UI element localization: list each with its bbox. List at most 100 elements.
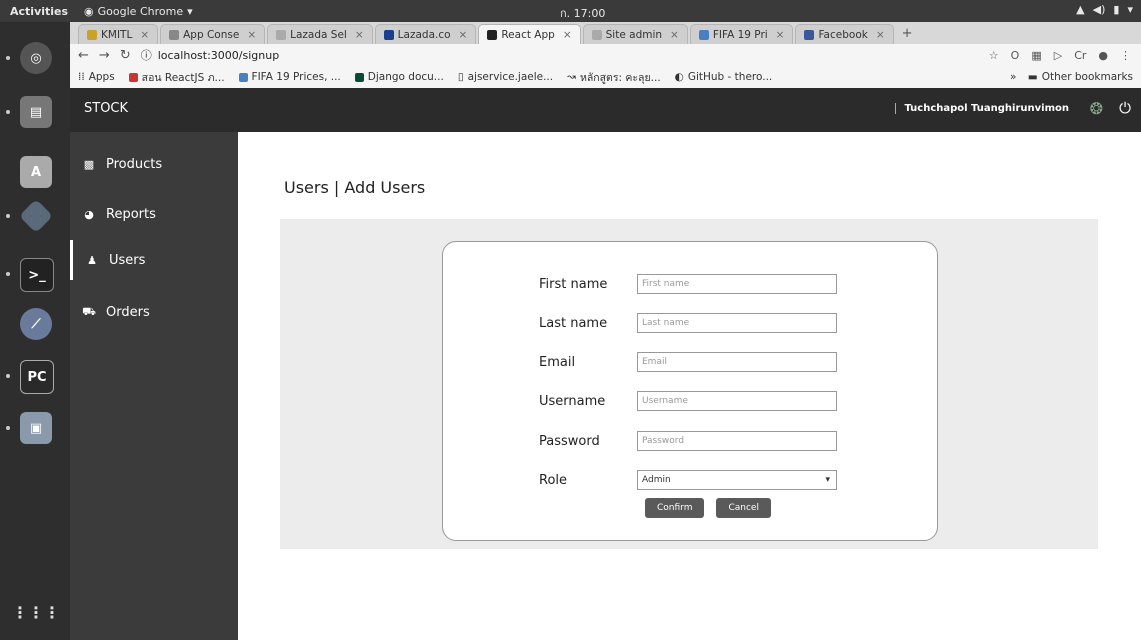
sidebar-item-label: Orders bbox=[106, 304, 150, 320]
star-icon[interactable]: ☆ bbox=[989, 49, 999, 62]
chrome-icon: ◉ bbox=[84, 4, 94, 18]
address-bar[interactable]: ⓘ localhost:3000/signup bbox=[141, 47, 979, 63]
extension-icon[interactable]: Cr bbox=[1074, 49, 1086, 62]
page-title: Users | Add Users bbox=[284, 178, 426, 197]
bookmarks-bar: ⁞⁞ Apps สอน ReactJS ภ... FIFA 19 Prices, … bbox=[70, 66, 1141, 89]
bookmark-label: ajservice.jaele... bbox=[467, 71, 554, 83]
sidebar-item-label: Reports bbox=[106, 206, 156, 222]
tab-favicon bbox=[276, 29, 287, 40]
cancel-button[interactable]: Cancel bbox=[716, 498, 771, 518]
tab-title: Lazada Sel bbox=[290, 28, 347, 41]
vscode-icon[interactable]: ⟋ bbox=[20, 308, 52, 340]
form-panel: First name First name Last name Last nam… bbox=[280, 219, 1098, 549]
web-page: STOCK Tuchchapol Tuanghirunvimon ❂ ⏻ ▩ P… bbox=[70, 88, 1141, 640]
user-name: Tuchchapol Tuanghirunvimon bbox=[895, 103, 1069, 114]
browser-tab[interactable]: App Conse × bbox=[160, 24, 266, 44]
confirm-button[interactable]: Confirm bbox=[645, 498, 705, 518]
profile-icon[interactable]: ● bbox=[1098, 49, 1108, 62]
url-text: localhost:3000/signup bbox=[157, 48, 280, 62]
bookmark-item[interactable]: ↝ หลักสูตร: คะลุย... bbox=[567, 69, 661, 86]
bookmark-item[interactable]: สอน ReactJS ภ... bbox=[128, 69, 225, 86]
terminal-icon[interactable]: >_ bbox=[20, 258, 54, 292]
reload-icon[interactable]: ↻ bbox=[120, 48, 131, 63]
show-apps-icon[interactable]: ⋮⋮⋮ bbox=[12, 596, 60, 628]
battery-icon: ▮ bbox=[1113, 3, 1120, 16]
menu-icon[interactable]: ⋮ bbox=[1120, 49, 1131, 62]
close-icon[interactable]: × bbox=[459, 29, 468, 41]
sidebar-item-products[interactable]: ▩ Products bbox=[70, 144, 238, 184]
back-icon[interactable]: ← bbox=[78, 48, 89, 63]
username-row: Username Username bbox=[539, 389, 837, 413]
tab-favicon bbox=[383, 29, 394, 40]
chrome-launcher-icon[interactable]: ◎ bbox=[20, 42, 52, 74]
bookmark-item[interactable]: ▯ ajservice.jaele... bbox=[458, 71, 553, 83]
close-icon[interactable]: × bbox=[563, 29, 572, 41]
browser-tab-active[interactable]: React App × bbox=[478, 24, 581, 44]
username-input[interactable]: Username bbox=[637, 391, 837, 411]
browser-tab[interactable]: Lazada.co × bbox=[374, 24, 477, 44]
first-name-row: First name First name bbox=[539, 272, 837, 296]
close-icon[interactable]: × bbox=[776, 29, 785, 41]
extension-icon[interactable]: ▷ bbox=[1054, 49, 1062, 62]
files-launcher-icon[interactable]: ▤ bbox=[20, 96, 52, 128]
email-input[interactable]: Email bbox=[637, 352, 837, 372]
power-icon[interactable]: ⏻ bbox=[1119, 99, 1131, 117]
clock[interactable]: ก. 17:00 bbox=[560, 4, 605, 22]
browser-tab[interactable]: KMITL × bbox=[78, 24, 159, 44]
browser-tab[interactable]: Lazada Sel × bbox=[267, 24, 373, 44]
sidebar: ▩ Products ◕ Reports ♟ Users ⛟ Orders bbox=[70, 132, 238, 640]
sidebar-item-users[interactable]: ♟ Users bbox=[70, 240, 238, 280]
browser-tab[interactable]: FIFA 19 Pri × bbox=[689, 24, 794, 44]
page-icon: ▯ bbox=[457, 71, 464, 83]
bookmark-apps[interactable]: ⁞⁞ Apps bbox=[78, 71, 115, 83]
folder-icon: ▬ bbox=[1027, 71, 1038, 83]
chevron-down-icon: ▾ bbox=[1127, 3, 1133, 16]
system-tray[interactable]: ▲ ◀) ▮ ▾ bbox=[1076, 3, 1133, 16]
close-icon[interactable]: × bbox=[876, 29, 885, 41]
pycharm-icon[interactable]: PC bbox=[20, 360, 54, 394]
close-icon[interactable]: × bbox=[355, 29, 364, 41]
tab-favicon bbox=[698, 29, 709, 40]
github-icon: ◐ bbox=[674, 71, 684, 83]
link-icon: ↝ bbox=[567, 71, 576, 83]
browser-tab[interactable]: Site admin × bbox=[582, 24, 688, 44]
bookmark-item[interactable]: Django docu... bbox=[354, 71, 444, 83]
close-icon[interactable]: × bbox=[140, 29, 149, 41]
sidebar-item-reports[interactable]: ◕ Reports bbox=[70, 194, 238, 234]
tab-favicon bbox=[169, 29, 180, 40]
last-name-input[interactable]: Last name bbox=[637, 313, 837, 333]
app-menu[interactable]: ◉ Google Chrome ▾ bbox=[84, 5, 193, 18]
brand-logo[interactable]: STOCK bbox=[84, 101, 128, 116]
software-center-icon[interactable]: A bbox=[20, 156, 52, 188]
extension-icon[interactable]: ▦ bbox=[1031, 49, 1041, 62]
bookmark-item[interactable]: ◐ GitHub - thero... bbox=[675, 71, 773, 83]
package-icon[interactable] bbox=[19, 199, 53, 233]
bookmark-label: GitHub - thero... bbox=[687, 71, 773, 83]
tab-title: Lazada.co bbox=[397, 28, 451, 41]
close-icon[interactable]: × bbox=[670, 29, 679, 41]
running-indicator bbox=[6, 110, 10, 114]
role-select[interactable]: Admin ▾ bbox=[637, 470, 837, 490]
bookmark-label: Apps bbox=[88, 71, 115, 83]
password-input[interactable]: Password bbox=[637, 431, 837, 451]
bookmark-item[interactable]: FIFA 19 Prices, ... bbox=[238, 71, 341, 83]
globe-icon[interactable]: ❂ bbox=[1090, 99, 1103, 118]
cubes-icon: ▩ bbox=[83, 157, 95, 171]
tab-favicon bbox=[487, 29, 498, 40]
form-actions: Confirm Cancel bbox=[645, 498, 771, 518]
overflow-icon: » bbox=[1010, 71, 1017, 83]
forward-icon[interactable]: → bbox=[99, 48, 110, 63]
tab-title: Facebook bbox=[818, 28, 868, 41]
tab-favicon bbox=[804, 29, 815, 40]
tab-title: FIFA 19 Pri bbox=[712, 28, 768, 41]
sidebar-item-label: Products bbox=[106, 156, 163, 172]
browser-tab[interactable]: Facebook × bbox=[795, 24, 894, 44]
sidebar-item-orders[interactable]: ⛟ Orders bbox=[70, 292, 238, 332]
opera-icon[interactable]: O bbox=[1011, 49, 1020, 62]
close-icon[interactable]: × bbox=[247, 29, 256, 41]
new-tab-button[interactable]: + bbox=[902, 26, 913, 41]
first-name-input[interactable]: First name bbox=[637, 274, 837, 294]
other-bookmarks[interactable]: » ▬ Other bookmarks bbox=[1010, 71, 1133, 83]
activities-button[interactable]: Activities bbox=[0, 5, 68, 18]
image-viewer-icon[interactable]: ▣ bbox=[20, 412, 52, 444]
